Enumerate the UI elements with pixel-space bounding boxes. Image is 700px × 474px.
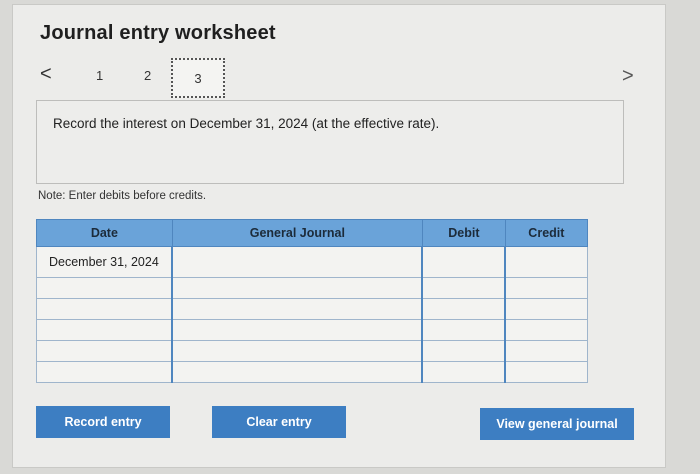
account-select[interactable] bbox=[171, 246, 423, 278]
date-cell[interactable]: December 31, 2024 bbox=[36, 246, 173, 278]
debit-input[interactable] bbox=[421, 298, 506, 320]
prev-page-icon[interactable]: < bbox=[40, 64, 52, 84]
account-select[interactable] bbox=[171, 340, 423, 362]
credit-input[interactable] bbox=[504, 277, 589, 299]
credit-input[interactable] bbox=[504, 246, 589, 278]
debit-input[interactable] bbox=[421, 340, 506, 362]
account-select[interactable] bbox=[171, 277, 423, 299]
date-cell[interactable] bbox=[36, 298, 173, 320]
journal-table: Date General Journal Debit Credit Decemb… bbox=[36, 219, 589, 383]
instruction-box: Record the interest on December 31, 2024… bbox=[36, 100, 624, 184]
date-cell[interactable] bbox=[36, 361, 173, 383]
instruction-text: Record the interest on December 31, 2024… bbox=[53, 116, 440, 131]
page-2-link[interactable]: 2 bbox=[144, 68, 151, 83]
page-title: Journal entry worksheet bbox=[40, 22, 276, 44]
record-entry-button[interactable]: Record entry bbox=[36, 406, 170, 438]
debit-header: Debit bbox=[421, 219, 506, 247]
clear-entry-button[interactable]: Clear entry bbox=[212, 406, 346, 438]
date-cell[interactable] bbox=[36, 319, 173, 341]
note-text: Note: Enter debits before credits. bbox=[38, 190, 207, 202]
debit-input[interactable] bbox=[421, 361, 506, 383]
credit-input[interactable] bbox=[504, 298, 589, 320]
page-1-link[interactable]: 1 bbox=[96, 68, 103, 83]
table-row bbox=[36, 361, 589, 383]
credit-input[interactable] bbox=[504, 340, 589, 362]
debit-input[interactable] bbox=[421, 277, 506, 299]
next-page-icon[interactable]: > bbox=[622, 66, 634, 86]
table-row bbox=[36, 298, 589, 320]
date-cell[interactable] bbox=[36, 277, 173, 299]
table-row bbox=[36, 277, 589, 299]
table-row: December 31, 2024 bbox=[36, 246, 589, 278]
table-row bbox=[36, 340, 589, 362]
credit-input[interactable] bbox=[504, 361, 589, 383]
account-select[interactable] bbox=[171, 361, 423, 383]
date-cell[interactable] bbox=[36, 340, 173, 362]
credit-input[interactable] bbox=[504, 319, 589, 341]
credit-header: Credit bbox=[504, 219, 589, 247]
account-select[interactable] bbox=[171, 319, 423, 341]
table-row bbox=[36, 319, 589, 341]
general-journal-header: General Journal bbox=[171, 219, 423, 247]
debit-input[interactable] bbox=[421, 319, 506, 341]
date-header: Date bbox=[36, 219, 173, 247]
page-3-link-current[interactable]: 3 bbox=[171, 58, 225, 98]
table-header-row: Date General Journal Debit Credit bbox=[36, 219, 589, 247]
account-select[interactable] bbox=[171, 298, 423, 320]
view-general-journal-button[interactable]: View general journal bbox=[480, 408, 634, 440]
debit-input[interactable] bbox=[421, 246, 506, 278]
